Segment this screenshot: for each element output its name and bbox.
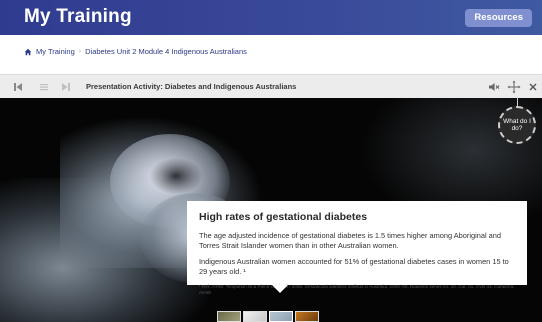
ultrasound-shadow (150, 158, 202, 194)
chevron-right-icon: › (78, 48, 82, 55)
info-card: High rates of gestational diabetes The a… (187, 201, 527, 295)
resources-button[interactable]: Resources (465, 9, 532, 27)
presentation-toolbar: Presentation Activity: Diabetes and Indi… (0, 74, 542, 99)
skip-to-end-icon[interactable] (54, 75, 78, 98)
slide-thumbnail[interactable] (217, 311, 241, 322)
breadcrumb-item-my-training[interactable]: My Training (36, 47, 75, 56)
slide-thumbnail[interactable] (295, 311, 319, 322)
home-icon[interactable] (24, 48, 32, 56)
slide-thumbnail[interactable] (269, 311, 293, 322)
breadcrumb: My Training › Diabetes Unit 2 Module 4 I… (24, 47, 247, 56)
presentation-title: Presentation Activity: Diabetes and Indi… (86, 82, 297, 91)
app-title: My Training (24, 6, 132, 27)
list-icon[interactable] (32, 75, 56, 98)
card-paragraph: Indigenous Australian women accounted fo… (199, 257, 509, 276)
card-heading: High rates of gestational diabetes (199, 211, 368, 223)
card-paragraph: The age adjusted incidence of gestationa… (199, 231, 501, 250)
slide-thumbnail[interactable] (243, 311, 267, 322)
card-pointer (272, 285, 288, 293)
breadcrumb-item-module[interactable]: Diabetes Unit 2 Module 4 Indigenous Aust… (85, 47, 247, 56)
slide-thumbnails (217, 311, 319, 322)
close-icon[interactable] (525, 75, 541, 98)
skip-to-start-icon[interactable] (6, 75, 30, 98)
what-do-i-do-button[interactable]: What do I do? (498, 106, 536, 144)
move-arrows-icon[interactable] (502, 75, 526, 98)
card-reference: ¹ Ref: AIHW: Templeton M & Pieris-Caldwe… (199, 283, 515, 295)
app-header: My Training Resources (0, 0, 542, 35)
